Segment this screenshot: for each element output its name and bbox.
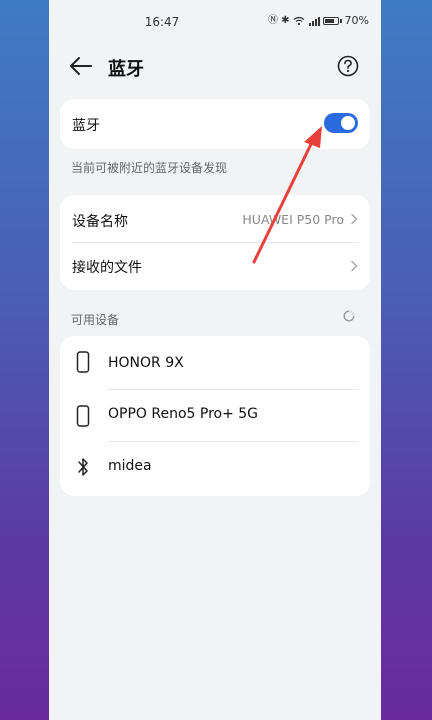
chevron-right-icon [350,213,358,225]
device-name-row[interactable]: 设备名称 HUAWEI P50 Pro [60,195,370,242]
status-bar: 16:47 Ⓝ ✱ 70% [49,0,381,46]
back-arrow-icon[interactable] [69,55,93,77]
battery-icon [322,16,339,25]
device-name: midea [108,458,152,474]
settings-screen: 16:47 Ⓝ ✱ 70% 蓝牙 蓝牙 当前可被附近的蓝牙设备发现 设备名称 H… [49,0,381,720]
help-icon[interactable] [337,55,359,77]
chevron-right-icon [350,260,358,272]
wifi-icon [293,16,304,25]
received-files-label: 接收的文件 [72,260,142,276]
device-settings-card: 设备名称 HUAWEI P50 Pro 接收的文件 [60,195,370,290]
device-item[interactable]: midea [60,442,370,494]
device-name: OPPO Reno5 Pro+ 5G [108,406,259,422]
discoverable-caption: 当前可被附近的蓝牙设备发现 [71,161,228,175]
scanning-spinner-icon [343,310,355,322]
bluetooth-toggle[interactable] [324,113,358,133]
nfc-icon: Ⓝ [268,14,279,26]
device-name-value: HUAWEI P50 Pro [242,212,344,227]
phone-icon [76,405,90,427]
device-item[interactable]: OPPO Reno5 Pro+ 5G [60,390,370,442]
available-devices-card: HONOR 9X OPPO Reno5 Pro+ 5G midea [60,336,370,496]
bluetooth-label: 蓝牙 [72,118,100,134]
phone-icon [76,351,90,373]
battery-tip [339,18,342,23]
battery-percent: 70% [344,14,369,27]
status-time: 16:47 [144,15,180,29]
status-icons: Ⓝ ✱ 70% [268,14,369,27]
toggle-knob [341,116,355,130]
device-name-label: 设备名称 [72,214,128,230]
device-name: HONOR 9X [108,355,184,371]
device-item[interactable]: HONOR 9X [60,336,370,388]
received-files-row[interactable]: 接收的文件 [60,243,370,290]
page-header: 蓝牙 [49,46,381,86]
signal-icon [308,16,320,26]
bluetooth-status-icon: ✱ [281,14,290,26]
bluetooth-icon [78,458,88,476]
page-title: 蓝牙 [108,59,144,80]
bluetooth-card: 蓝牙 [60,99,370,149]
available-devices-title: 可用设备 [71,313,120,327]
